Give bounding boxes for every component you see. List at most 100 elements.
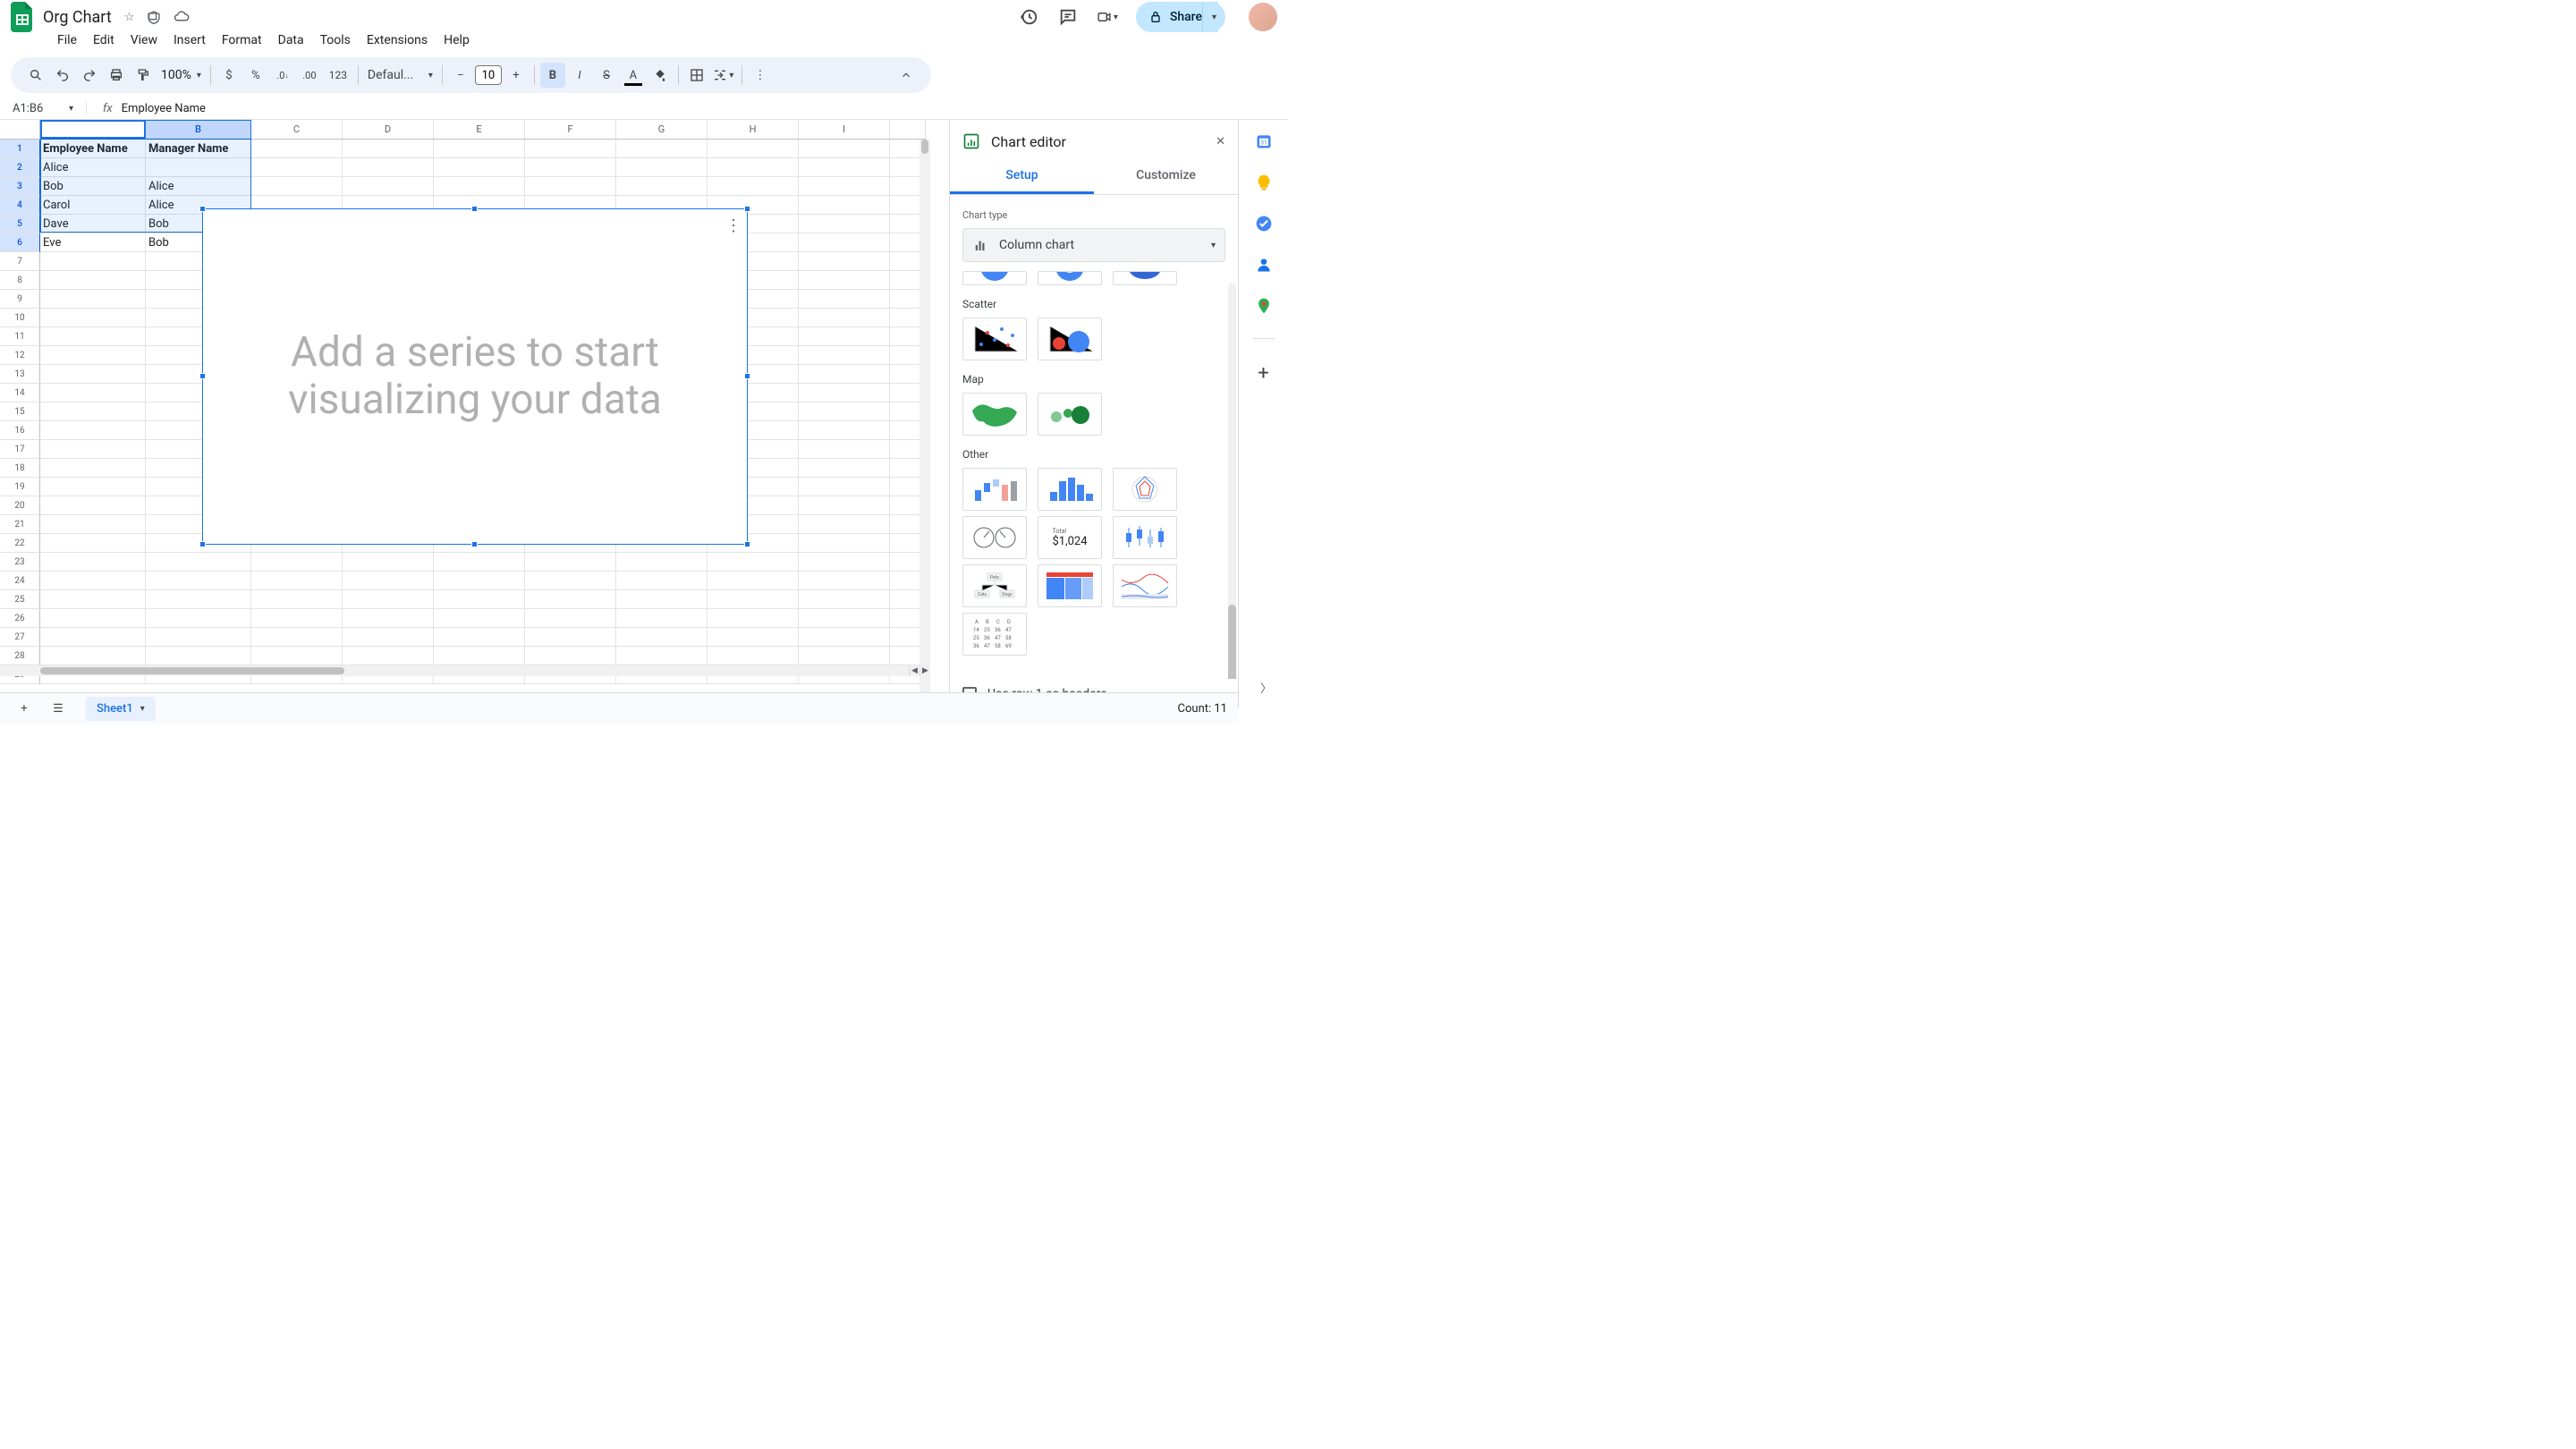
cell[interactable] xyxy=(799,215,890,233)
cell[interactable] xyxy=(40,647,146,665)
col-header-E[interactable]: E xyxy=(434,120,525,140)
cell[interactable] xyxy=(708,553,799,572)
cell[interactable] xyxy=(146,628,251,647)
cell[interactable] xyxy=(616,140,708,158)
tab-setup[interactable]: Setup xyxy=(950,159,1094,194)
col-header-I[interactable]: I xyxy=(799,120,890,140)
doc-title[interactable]: Org Chart xyxy=(43,8,112,27)
row-header[interactable]: 24 xyxy=(0,572,40,590)
add-sheet-button[interactable]: + xyxy=(11,696,38,723)
cell[interactable] xyxy=(525,609,616,628)
cell[interactable]: Manager Name xyxy=(146,140,251,158)
sheet-tab[interactable]: Sheet1▾ xyxy=(86,697,156,721)
cell[interactable] xyxy=(343,158,434,177)
row-header[interactable]: 28 xyxy=(0,647,40,665)
cell[interactable] xyxy=(799,572,890,590)
cell[interactable] xyxy=(708,572,799,590)
undo-icon[interactable] xyxy=(50,63,75,88)
cell[interactable] xyxy=(799,290,890,309)
account-avatar[interactable] xyxy=(1249,3,1277,31)
cell[interactable] xyxy=(40,440,146,459)
chart-thumb-radar[interactable] xyxy=(1113,468,1177,511)
cell[interactable] xyxy=(146,572,251,590)
chart-thumb-org[interactable]: PetsCatsDogs xyxy=(962,564,1027,607)
strikethrough-button[interactable]: S xyxy=(594,63,619,88)
cell[interactable]: Eve xyxy=(40,233,146,252)
chart-thumb-scorecard[interactable]: Total$1,024 xyxy=(1038,516,1102,559)
move-icon[interactable] xyxy=(147,10,161,24)
add-on-icon[interactable]: + xyxy=(1255,362,1273,380)
font-select[interactable]: Defaul...▾ xyxy=(364,68,436,82)
row-header[interactable]: 26 xyxy=(0,609,40,628)
col-header-B[interactable]: B xyxy=(146,120,251,140)
row-header[interactable]: 25 xyxy=(0,590,40,609)
cell[interactable] xyxy=(616,572,708,590)
cell[interactable] xyxy=(708,647,799,665)
italic-button[interactable]: I xyxy=(567,63,592,88)
cell[interactable] xyxy=(616,158,708,177)
menu-data[interactable]: Data xyxy=(271,31,311,49)
row-header[interactable]: 27 xyxy=(0,628,40,647)
select-all-corner[interactable] xyxy=(0,120,40,140)
cell[interactable] xyxy=(40,628,146,647)
col-header-G[interactable]: G xyxy=(616,120,708,140)
close-editor-icon[interactable]: ✕ xyxy=(1216,135,1225,148)
cell[interactable] xyxy=(40,290,146,309)
decrease-decimal-icon[interactable]: .0↓ xyxy=(270,63,295,88)
cell[interactable] xyxy=(343,572,434,590)
cell[interactable] xyxy=(525,177,616,196)
col-header-J[interactable] xyxy=(890,120,926,140)
cell[interactable] xyxy=(799,309,890,327)
cell[interactable] xyxy=(251,609,343,628)
cell[interactable] xyxy=(40,402,146,421)
cell[interactable] xyxy=(40,553,146,572)
meet-icon[interactable]: ▾ xyxy=(1097,6,1118,28)
chart-type-select[interactable]: Column chart ▾ xyxy=(962,228,1225,262)
text-color-button[interactable]: A xyxy=(621,63,646,88)
cell[interactable] xyxy=(708,609,799,628)
resize-handle[interactable] xyxy=(199,541,206,547)
cell[interactable] xyxy=(616,647,708,665)
collapse-sidepanel-icon[interactable]: 〉 xyxy=(1260,679,1272,696)
cell[interactable] xyxy=(799,440,890,459)
cell[interactable] xyxy=(799,534,890,553)
cell[interactable] xyxy=(799,478,890,496)
cell[interactable] xyxy=(525,572,616,590)
menu-help[interactable]: Help xyxy=(436,31,477,49)
col-header-C[interactable]: C xyxy=(251,120,343,140)
cell[interactable] xyxy=(146,553,251,572)
fill-color-button[interactable] xyxy=(648,63,673,88)
chart-thumb[interactable] xyxy=(1038,271,1102,285)
spreadsheet-grid[interactable]: A B C D E F G H I 1Employee NameManager … xyxy=(0,120,930,708)
cell[interactable] xyxy=(799,628,890,647)
cell[interactable] xyxy=(434,590,525,609)
chart-object[interactable]: ⋮ Add a series to start visualizing your… xyxy=(202,208,748,545)
cell[interactable]: Dave xyxy=(40,215,146,233)
cell[interactable] xyxy=(616,177,708,196)
cell[interactable] xyxy=(40,365,146,384)
cell[interactable] xyxy=(434,553,525,572)
row-header[interactable]: 9 xyxy=(0,290,40,309)
vertical-scrollbar[interactable] xyxy=(919,140,930,698)
cell[interactable] xyxy=(40,572,146,590)
row-header[interactable]: 23 xyxy=(0,553,40,572)
cell[interactable] xyxy=(251,572,343,590)
cell[interactable] xyxy=(434,628,525,647)
row-header[interactable]: 22 xyxy=(0,534,40,553)
horizontal-scrollbar[interactable]: ◀▶ xyxy=(0,665,930,676)
redo-icon[interactable] xyxy=(77,63,102,88)
row-header[interactable]: 19 xyxy=(0,478,40,496)
cell[interactable] xyxy=(799,515,890,534)
row-header[interactable]: 8 xyxy=(0,271,40,290)
cell[interactable] xyxy=(799,496,890,515)
tab-customize[interactable]: Customize xyxy=(1094,159,1238,194)
cell[interactable] xyxy=(616,609,708,628)
star-icon[interactable]: ☆ xyxy=(124,11,135,24)
cell[interactable] xyxy=(434,158,525,177)
row-header[interactable]: 18 xyxy=(0,459,40,478)
cell[interactable] xyxy=(799,553,890,572)
row-header[interactable]: 6 xyxy=(0,233,40,252)
cell[interactable] xyxy=(343,647,434,665)
cell[interactable] xyxy=(799,158,890,177)
cell[interactable] xyxy=(40,384,146,402)
